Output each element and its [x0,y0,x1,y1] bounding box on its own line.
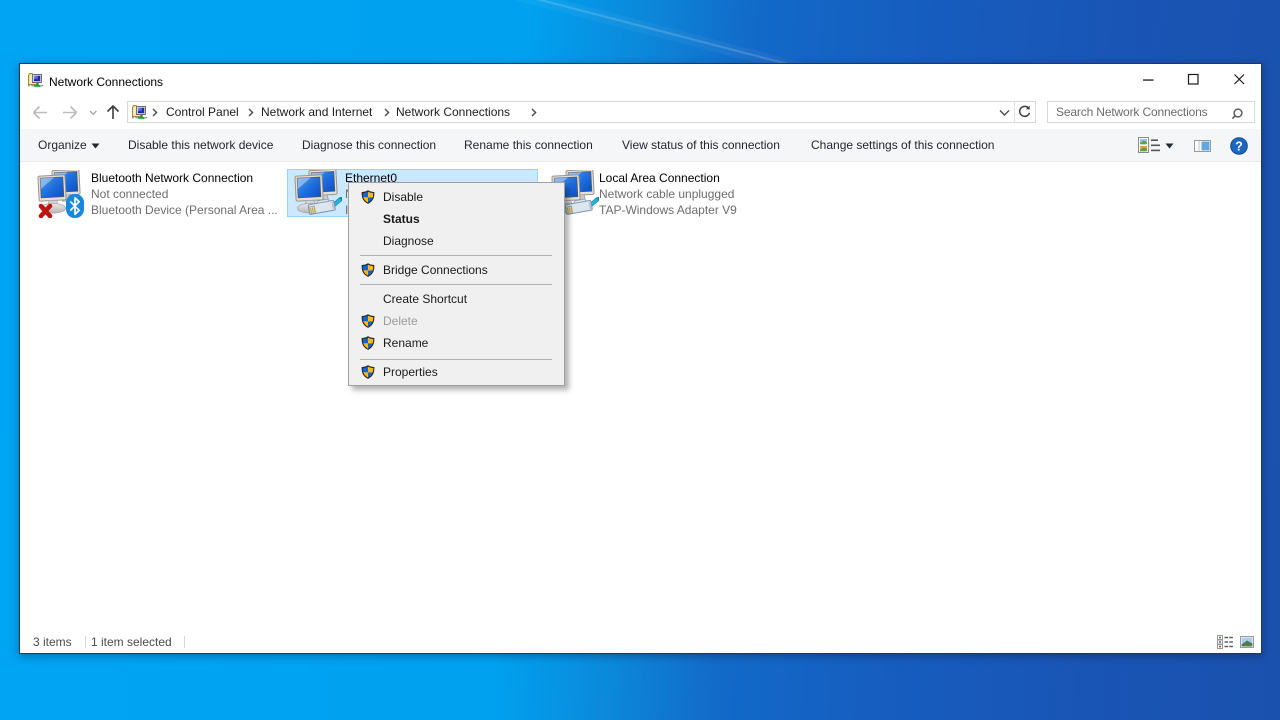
svg-text:?: ? [1235,139,1243,153]
